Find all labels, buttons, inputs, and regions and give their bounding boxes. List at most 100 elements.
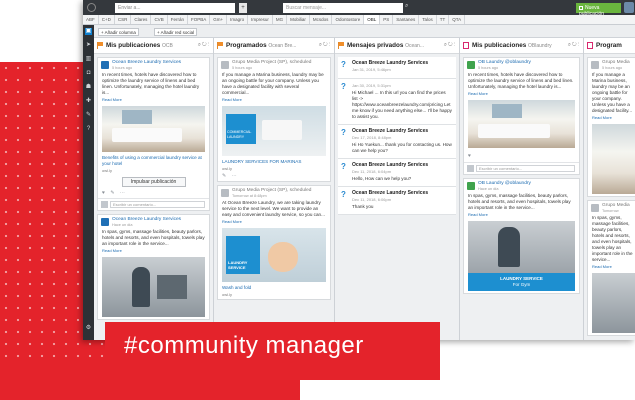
message-item[interactable]: ? Ocean Breeze Laundry Services Dec 17, …: [338, 125, 456, 159]
help-icon[interactable]: ?: [85, 126, 92, 133]
gym-photo[interactable]: [102, 257, 205, 317]
column-title: Program: [596, 42, 622, 49]
comment-input[interactable]: Escribir un comentario...: [476, 165, 575, 172]
tab-item[interactable]: ABF: [83, 15, 99, 24]
tab-item[interactable]: PS: [380, 15, 394, 24]
tab-item[interactable]: Mcsdos: [310, 15, 333, 24]
laundry-gym-banner: LAUNDRY SERVICE For Gym: [468, 273, 575, 291]
send-icon[interactable]: ➤: [85, 42, 92, 49]
tab-item[interactable]: QTA: [449, 15, 466, 24]
tab-item[interactable]: CSR: [115, 15, 132, 24]
column-actions[interactable]: ⌕↻⋮: [319, 42, 331, 49]
message-item[interactable]: ? Jan 30, 2019, 5:31pm Hi Michael ... In…: [338, 79, 456, 125]
tab-item[interactable]: CVB: [151, 15, 168, 24]
compose-icon: [579, 5, 583, 10]
tab-item[interactable]: Impresur: [248, 15, 273, 24]
column-title: Mis publicaciones OCB: [106, 42, 173, 49]
tab-item[interactable]: Odontostore: [332, 15, 365, 24]
avatar: [221, 61, 229, 69]
post-time: Tomorrow: [602, 209, 619, 213]
tab-item[interactable]: Gm+: [210, 15, 228, 24]
post-actions[interactable]: ♥: [464, 150, 579, 162]
author-name[interactable]: OB Laundry @oblaundry: [478, 60, 531, 65]
link-title[interactable]: LAUNDRY SERVICES FOR MARINAS: [218, 158, 330, 166]
message-item[interactable]: ? Ocean Breeze Laundry Services Jan 31, …: [338, 57, 456, 79]
author-name[interactable]: Ocean Breeze Laundry Services: [112, 60, 181, 65]
author-name[interactable]: Grupo Media Project (SP), scheduled: [232, 60, 311, 65]
link-title[interactable]: Wash and fold: [218, 284, 330, 292]
message-sender: Ocean Breeze Laundry Services: [352, 60, 429, 66]
author-name[interactable]: Grupo Media: [602, 60, 630, 65]
avatar: [101, 218, 109, 226]
read-more-link[interactable]: Read More: [588, 114, 635, 122]
laundry-photo[interactable]: LAUNDRY SERVICE: [222, 228, 326, 282]
message-item[interactable]: ? Ocean Breeze Laundry Services Dec 11, …: [338, 159, 456, 187]
plus-icon[interactable]: +: [239, 3, 247, 13]
column-actions[interactable]: ⌕↻⋮: [444, 42, 456, 49]
new-post-button[interactable]: Nueva publicación: [576, 3, 621, 17]
tab-item[interactable]: OBL: [364, 15, 381, 24]
settings-icon[interactable]: ⚙: [85, 325, 92, 332]
message-date: Dec 11, 2018, 6:04pm: [352, 169, 392, 174]
search-icon[interactable]: ⌕: [405, 3, 413, 13]
column-actions[interactable]: ⌕↻⋮: [568, 42, 580, 49]
read-more-link[interactable]: Read More: [218, 96, 330, 104]
tab-item[interactable]: Ferrán: [168, 15, 188, 24]
instagram-icon: [587, 42, 593, 49]
add-column-button[interactable]: + Añadir columna: [98, 28, 139, 36]
comment-input[interactable]: Escribir un comentario...: [110, 201, 205, 208]
marina-photo[interactable]: COMMERCIAL LAUNDRY: [222, 106, 326, 156]
message-item[interactable]: ? Ocean Breeze Laundry Services Dec 11, …: [338, 187, 456, 215]
post-time: 5 hours ago: [602, 66, 623, 70]
author-name[interactable]: OB Laundry @oblaundry: [478, 181, 531, 186]
assignments-icon[interactable]: ◘: [85, 70, 92, 77]
boost-post-button[interactable]: Impulsar publicación: [121, 177, 186, 187]
tab-item[interactable]: FOPBA: [188, 15, 211, 24]
message-date: Dec 17, 2018, 8:48pm: [352, 135, 392, 140]
contacts-icon[interactable]: ☗: [85, 84, 92, 91]
post-actions[interactable]: ♥ ✎ ⋯: [98, 190, 209, 198]
message-date: Dec 11, 2018, 6:06pm: [352, 197, 392, 202]
author-name[interactable]: Grupo Media: [602, 203, 630, 208]
add-network-button[interactable]: + Añadir red social: [154, 28, 198, 36]
streams-icon[interactable]: ▣: [85, 28, 92, 35]
post-card: Grupo Media Project (SP), scheduled Tomo…: [217, 185, 331, 300]
read-more-link[interactable]: Read More: [588, 263, 635, 271]
tab-item[interactable]: Mobiliar: [287, 15, 310, 24]
search-input[interactable]: Buscar mensaje...: [283, 3, 403, 13]
apps-icon[interactable]: ✚: [85, 98, 92, 105]
column-actions[interactable]: ⌕↻⋮: [198, 42, 210, 49]
column-title: Mensajes privados Ocean...: [347, 42, 425, 49]
bedroom-photo[interactable]: [102, 106, 205, 152]
gym-photo[interactable]: [592, 273, 635, 333]
read-more-link[interactable]: Read More: [98, 247, 209, 255]
post-actions[interactable]: ✎ ⋯: [218, 173, 330, 181]
message-text: Hello, How can we help you?: [352, 176, 412, 181]
analytics-icon[interactable]: ▥: [85, 56, 92, 63]
tab-item[interactable]: MG: [273, 15, 288, 24]
gym-photo[interactable]: LAUNDRY SERVICE For Gym: [468, 221, 575, 291]
tab-item[interactable]: Santanes: [393, 15, 420, 24]
read-more-link[interactable]: Read More: [464, 90, 579, 98]
read-more-link[interactable]: Read More: [464, 211, 579, 219]
column-header: Mensajes privados Ocean... ⌕↻⋮: [335, 38, 459, 54]
column-header: Programados Ocean Bre... ⌕↻⋮: [214, 38, 334, 54]
link-title[interactable]: Benefits of using a commercial laundry s…: [98, 154, 209, 168]
bedroom-photo[interactable]: [468, 100, 575, 148]
tab-item[interactable]: TT: [437, 15, 450, 24]
read-more-link[interactable]: Read More: [218, 218, 330, 226]
read-more-link[interactable]: Read More: [98, 96, 209, 104]
tab-item[interactable]: Imagro: [227, 15, 249, 24]
author-name[interactable]: Grupo Media Project (SP), scheduled: [232, 188, 311, 193]
tab-item[interactable]: C+D: [99, 15, 115, 24]
send-to-input[interactable]: Enviar a...: [115, 3, 235, 13]
user-avatar[interactable]: [624, 2, 634, 13]
post-time: 5 hours ago: [232, 66, 253, 70]
room-photo[interactable]: [592, 124, 635, 194]
column-subtitle: OBlaundry: [528, 43, 552, 49]
message-icon: ?: [341, 162, 346, 171]
tab-item[interactable]: Talos: [419, 15, 437, 24]
tools-icon[interactable]: ✎: [85, 112, 92, 119]
tab-item[interactable]: Clares: [131, 15, 152, 24]
author-name[interactable]: Ocean Breeze Laundry Services: [112, 217, 181, 222]
